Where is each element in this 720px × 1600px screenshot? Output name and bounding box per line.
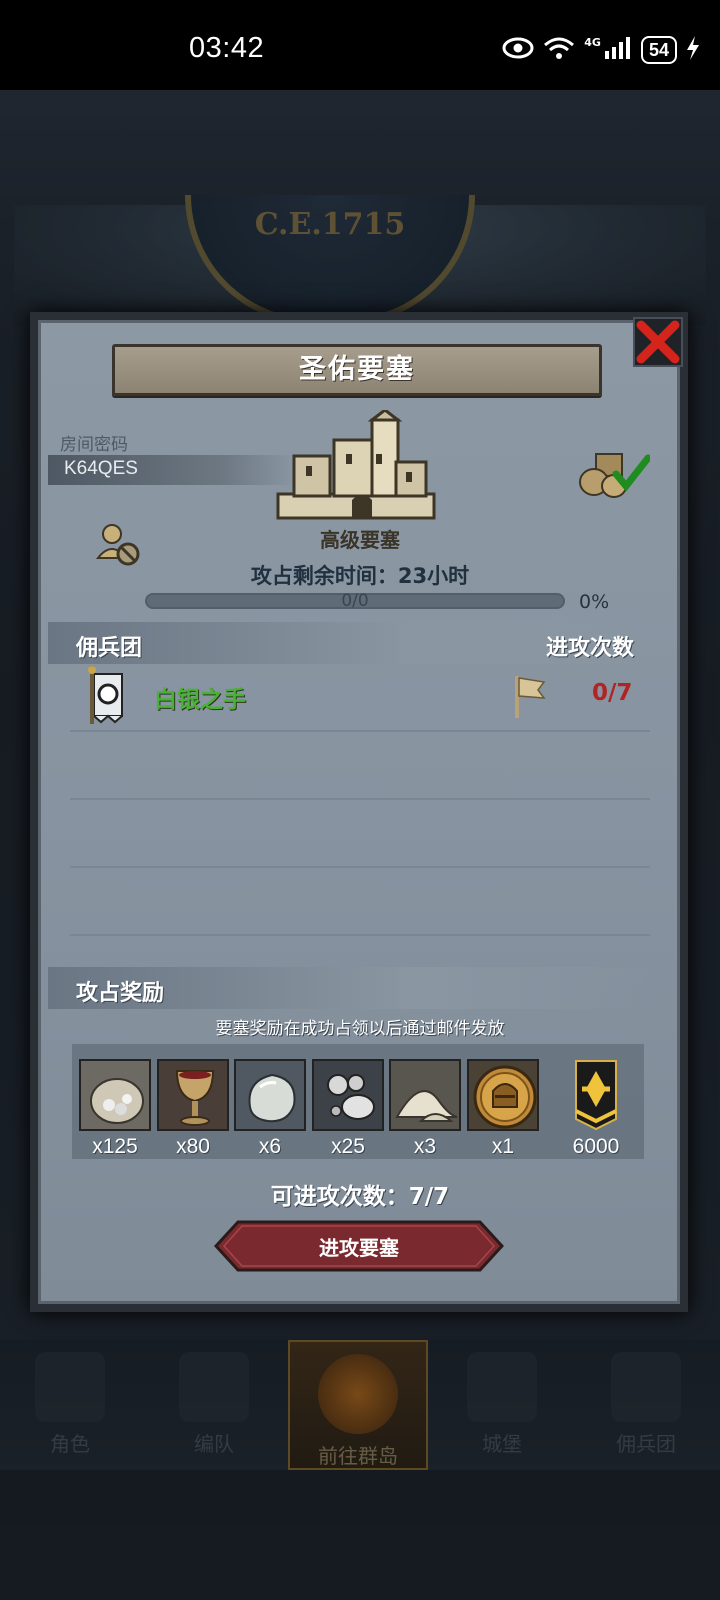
guild-badge-icon (550, 1059, 642, 1131)
eye-icon (502, 37, 534, 63)
mercenary-attack-count: 0/7 (592, 680, 633, 706)
capture-time-left: 攻占剩余时间：23小时 (250, 564, 470, 588)
status-bar: 03:42 4G 54 (0, 0, 720, 90)
reward-qty: x1 (491, 1135, 515, 1158)
knight-helmet-coin-icon (467, 1059, 539, 1131)
mercenary-row[interactable]: 白银之手 0/7 (70, 666, 650, 728)
attack-button-label: 进攻要塞 (319, 1236, 399, 1260)
reward-item[interactable]: x80 (157, 1059, 229, 1159)
row-divider (70, 866, 650, 868)
reward-item[interactable]: x6 (234, 1059, 306, 1159)
attacks-remaining: 可进攻次数：7/7 (270, 1184, 450, 1210)
gem-stone-icon (234, 1059, 306, 1131)
wifi-icon (543, 36, 575, 64)
reward-item[interactable]: x125 (79, 1059, 151, 1159)
rewards-note: 要塞奖励在成功占领以后通过邮件发放 (215, 1019, 505, 1039)
clock: 03:42 (189, 32, 265, 64)
room-code[interactable]: K64QES (64, 458, 138, 480)
close-icon (636, 320, 680, 364)
salt-pile-icon (389, 1059, 461, 1131)
reward-item[interactable]: 6000 (550, 1059, 642, 1159)
reward-qty: x6 (258, 1135, 282, 1158)
mercenary-name: 白银之手 (154, 687, 246, 713)
silver-ore-bag-icon (79, 1059, 151, 1131)
reward-qty: x125 (92, 1135, 138, 1158)
progress-percent: 0% (579, 591, 610, 613)
close-button[interactable] (633, 317, 683, 367)
fortress-castle-icon (276, 410, 436, 520)
progress-count: 0/0 (341, 591, 369, 611)
attack-fortress-button[interactable]: 进攻要塞 (214, 1220, 504, 1272)
signal-icon (604, 37, 632, 63)
reward-qty: x25 (331, 1135, 365, 1158)
network-type: 4G (584, 35, 601, 49)
mercenary-header-label: 佣兵团 (76, 636, 143, 661)
rewards-header-label: 攻占奖励 (76, 981, 165, 1006)
loot-claimed-icon[interactable] (578, 448, 650, 498)
row-divider (70, 798, 650, 800)
battery-level: 54 (640, 36, 677, 64)
row-divider (70, 934, 650, 936)
attack-count-header: 进攻次数 (545, 636, 634, 661)
reward-item[interactable]: x3 (389, 1059, 461, 1159)
silver-pearls-icon (312, 1059, 384, 1131)
reward-qty: 6000 (572, 1135, 620, 1158)
flag-icon (515, 676, 546, 718)
guild-banner-icon (88, 666, 123, 724)
status-icons: 4G 54 (502, 36, 700, 64)
reward-qty: x80 (176, 1135, 210, 1158)
reward-qty: x3 (413, 1135, 437, 1158)
dialog-title: 圣佑要塞 (299, 354, 415, 385)
reward-item[interactable]: x25 (312, 1059, 384, 1159)
goblet-icon (157, 1059, 229, 1131)
row-divider (70, 730, 650, 732)
room-code-label: 房间密码 (60, 435, 128, 455)
reward-item[interactable]: x1 (467, 1059, 539, 1159)
charging-icon (686, 36, 700, 64)
dialog-title-banner: 圣佑要塞 (112, 344, 602, 396)
